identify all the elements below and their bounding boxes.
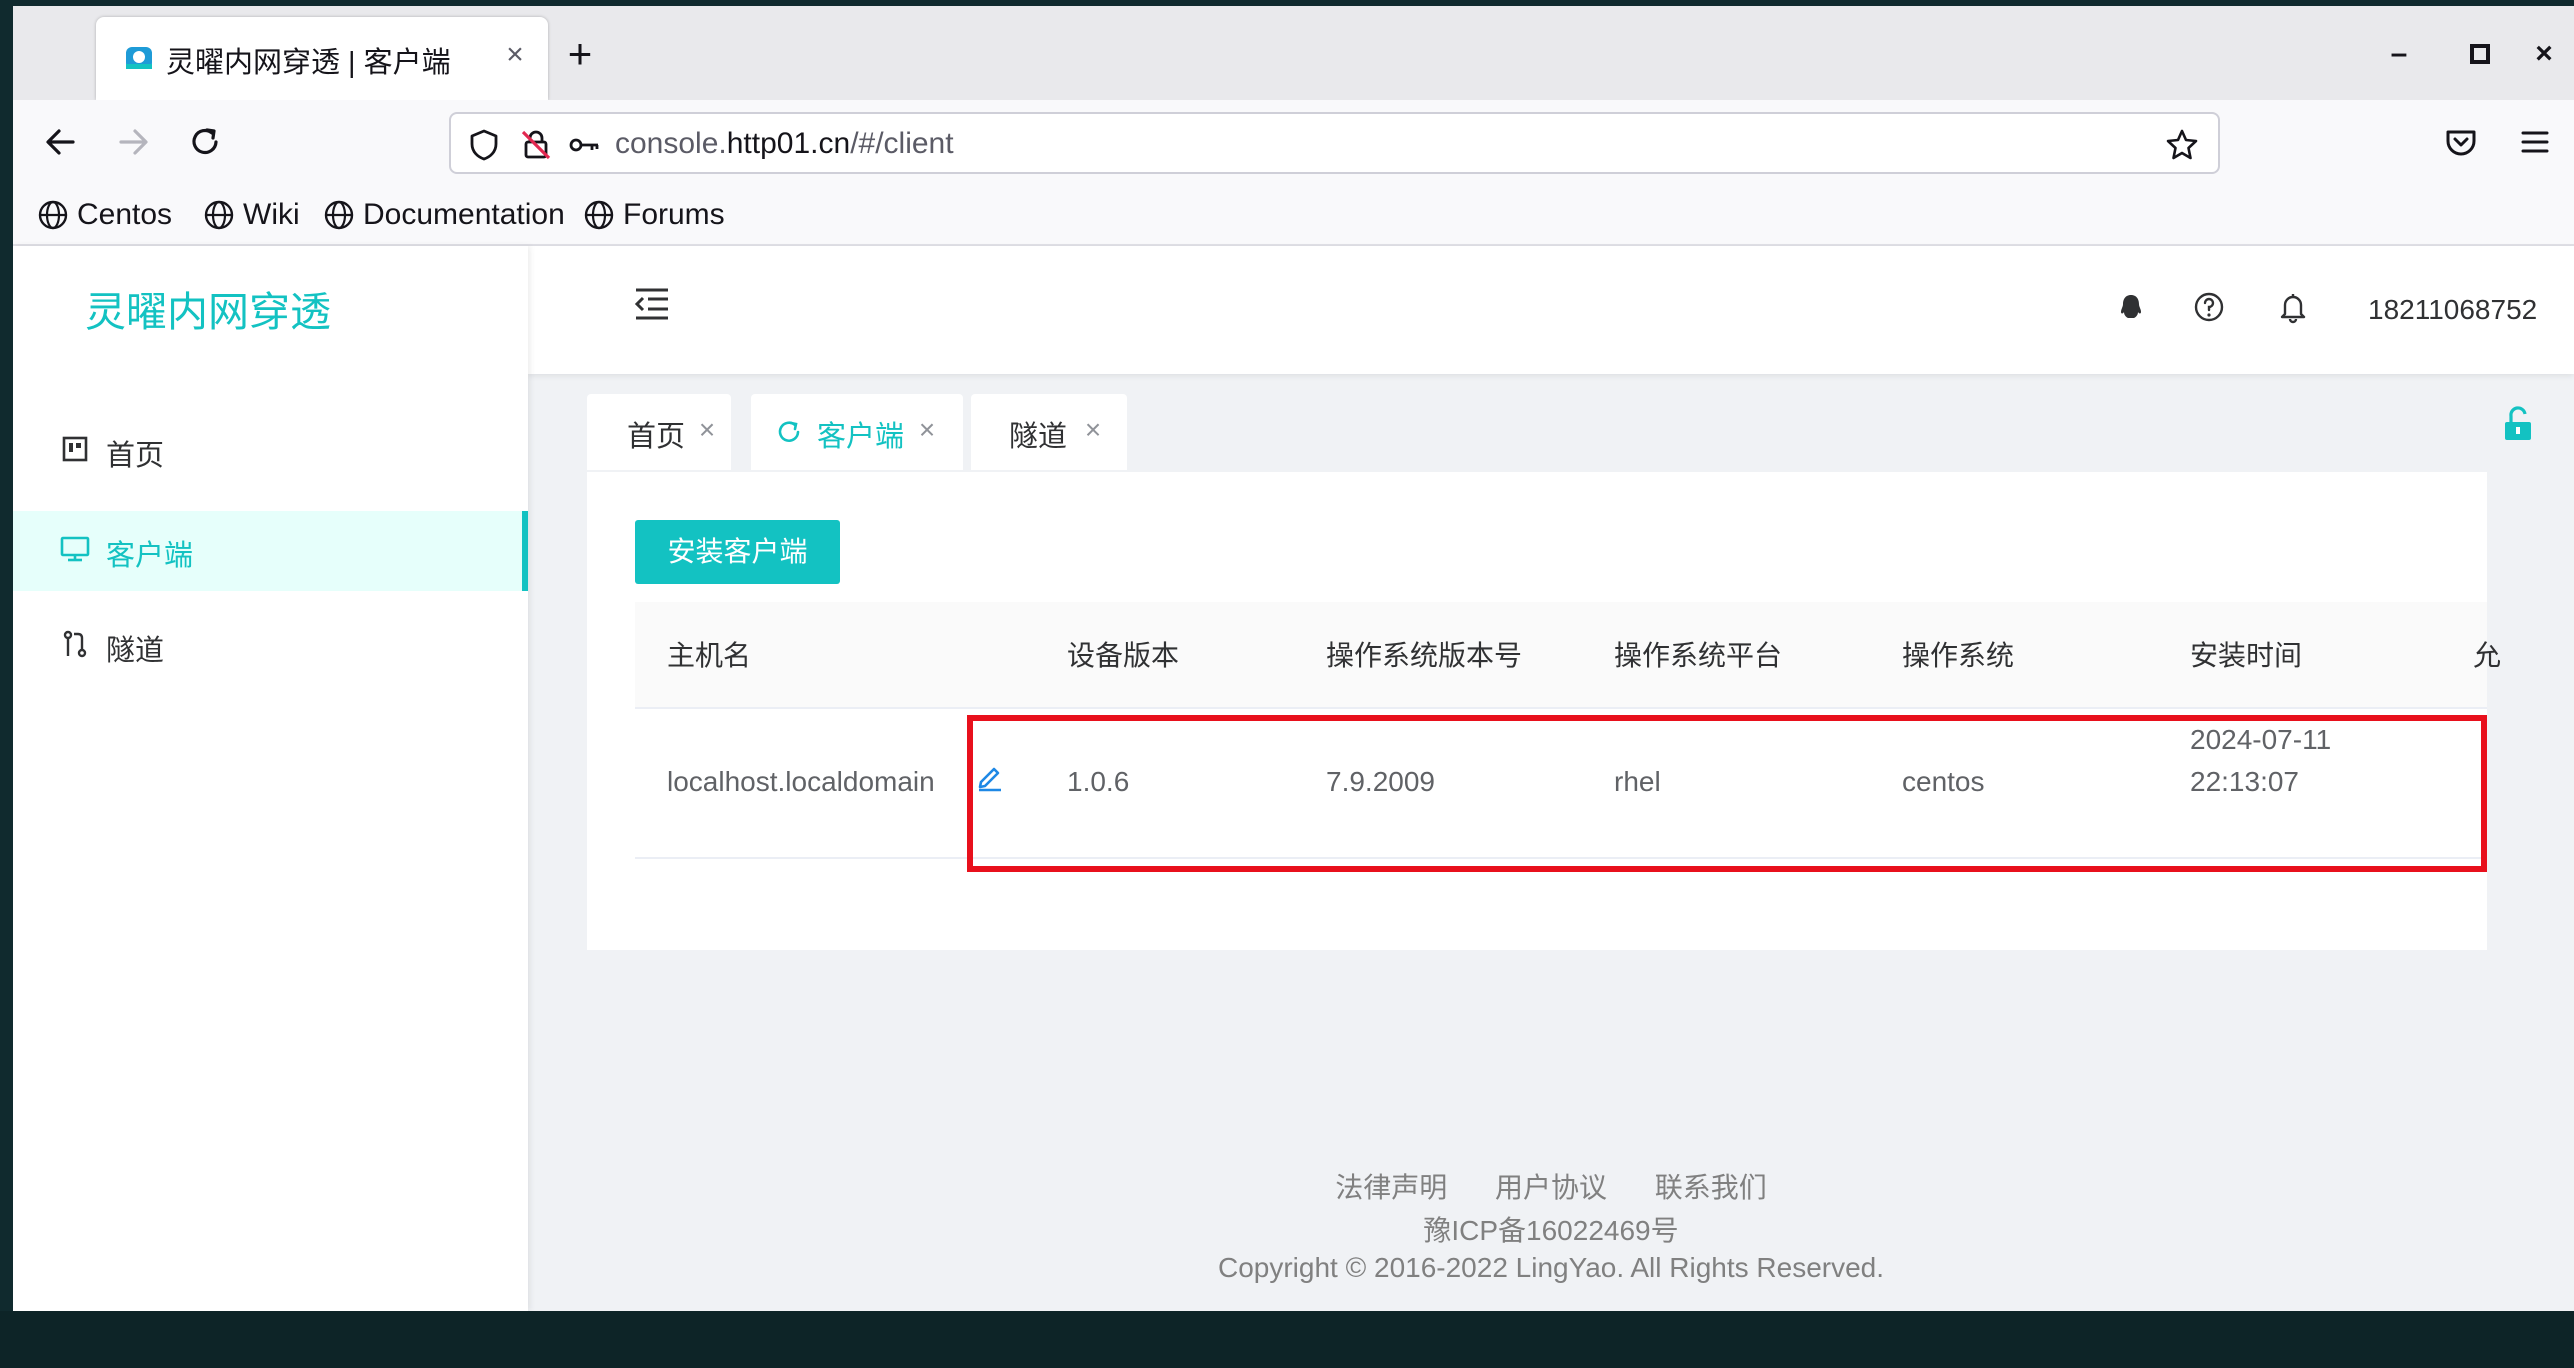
bookmark-label: Documentation (363, 198, 565, 231)
tunnel-icon (63, 630, 87, 658)
menu-icon[interactable] (2513, 120, 2557, 164)
unlock-icon[interactable] (2501, 406, 2535, 442)
url-bar[interactable]: console.http01.cn/#/client (449, 112, 2220, 174)
collapse-menu-icon[interactable] (630, 282, 674, 326)
bookmark-centos[interactable]: Centos (37, 195, 172, 235)
app-brand[interactable]: 灵曜内网穿透 (85, 278, 331, 338)
cell-os: centos (1902, 766, 1985, 797)
tab-label: 客户端 (817, 421, 905, 453)
sidebar-item-client[interactable]: 客户端 (13, 511, 528, 591)
close-icon[interactable]: × (693, 414, 721, 446)
globe-icon (324, 200, 354, 230)
tab-tunnel[interactable]: 隧道 × (971, 394, 1127, 470)
bookmark-wiki[interactable]: Wiki (203, 195, 300, 235)
sidebar-item-tunnel[interactable]: 隧道 (13, 606, 528, 686)
url-text[interactable]: console.http01.cn/#/client (615, 127, 954, 161)
url-domain: http01.cn (726, 127, 851, 160)
key-icon[interactable] (567, 128, 601, 162)
desktop-taskbar (0, 1311, 2574, 1368)
user-account[interactable]: 18211068752 (2368, 294, 2537, 326)
pocket-icon[interactable] (2439, 120, 2483, 164)
web-content: 灵曜内网穿透 首页 客户端 隧道 18211068752 首页 × 客户端 × … (13, 246, 2574, 1311)
column-header-os-version: 操作系统版本号 (1326, 640, 1523, 671)
footer-links: 法律声明 用户协议 联系我们 (528, 1166, 2574, 1206)
new-tab-button[interactable]: + (560, 33, 600, 75)
close-icon[interactable]: × (1079, 414, 1107, 446)
footer-link-legal[interactable]: 法律声明 (1335, 1172, 1447, 1203)
bookmark-forums[interactable]: Forums (583, 195, 725, 235)
tab-strip: 灵曜内网穿透 | 客户端 × + – × (13, 6, 2574, 100)
close-icon[interactable]: × (913, 414, 941, 446)
bookmark-star-icon[interactable] (2165, 128, 2199, 162)
browser-tab-active[interactable]: 灵曜内网穿透 | 客户端 × (96, 17, 548, 100)
bookmark-documentation[interactable]: Documentation (323, 195, 565, 235)
dashboard-icon (62, 436, 88, 462)
footer-link-terms[interactable]: 用户协议 (1495, 1172, 1607, 1203)
column-header-os: 操作系统 (1902, 640, 2015, 671)
maximize-button[interactable] (2460, 34, 2500, 74)
monitor-icon (60, 536, 90, 562)
url-prefix: console. (615, 127, 727, 160)
url-path: /#/client (850, 127, 954, 160)
cell-device-version: 1.0.6 (1067, 766, 1130, 797)
cell-hostname: localhost.localdomain (667, 766, 935, 797)
sidebar-item-label: 客户端 (106, 540, 194, 572)
tab-label: 首页 (627, 421, 686, 453)
shield-icon[interactable] (467, 128, 501, 162)
footer-link-contact[interactable]: 联系我们 (1655, 1172, 1767, 1203)
table-header: 主机名 设备版本 操作系统版本号 操作系统平台 操作系统 安装时间 允 (635, 602, 2501, 709)
navigation-bar: console.http01.cn/#/client (13, 100, 2574, 186)
column-header-hostname: 主机名 (667, 640, 752, 671)
bookmark-label: Centos (77, 198, 173, 231)
column-header-os-platform: 操作系统平台 (1614, 640, 1783, 671)
notification-bell-icon[interactable] (2276, 290, 2310, 324)
footer-copyright: Copyright © 2016-2022 LingYao. All Right… (1217, 1252, 1885, 1283)
help-icon[interactable] (2192, 290, 2226, 324)
window-close-button[interactable]: × (2524, 34, 2564, 74)
edit-icon[interactable] (975, 762, 1005, 792)
tab-label: 隧道 (1009, 421, 1068, 453)
globe-icon (204, 200, 234, 230)
qq-icon[interactable] (2114, 290, 2148, 324)
top-header: 18211068752 (528, 246, 2574, 374)
install-client-button[interactable]: 安装客户端 (635, 520, 840, 584)
globe-icon (584, 200, 614, 230)
bookmark-label: Forums (623, 198, 725, 231)
app-favicon-icon (126, 47, 152, 69)
bookmarks-bar: Centos Wiki Documentation Forums (13, 186, 2574, 246)
reload-icon[interactable] (183, 120, 227, 164)
browser-window: 灵曜内网穿透 | 客户端 × + – × console.http01.cn/#… (13, 6, 2574, 1311)
back-icon[interactable] (39, 120, 83, 164)
cell-install-time: 22:13:07 (2190, 766, 2299, 797)
sidebar-item-label: 首页 (106, 440, 165, 472)
column-header-truncated: 允 (2473, 640, 2502, 671)
sidebar-item-home[interactable]: 首页 (13, 411, 528, 491)
insecure-lock-icon[interactable] (519, 128, 553, 162)
forward-icon[interactable] (111, 120, 155, 164)
cell-os-version: 7.9.2009 (1326, 766, 1435, 797)
close-tab-icon[interactable]: × (499, 39, 531, 71)
column-header-device-version: 设备版本 (1067, 640, 1180, 671)
tab-home[interactable]: 首页 × (587, 394, 731, 470)
bookmark-label: Wiki (243, 198, 300, 231)
refresh-icon (778, 421, 800, 442)
globe-icon (38, 200, 68, 230)
maximize-icon (2470, 44, 2490, 64)
sidebar-item-label: 隧道 (106, 635, 165, 667)
cell-os-platform: rhel (1614, 766, 1661, 797)
cell-install-date: 2024-07-11 (2190, 724, 2332, 755)
minimize-button[interactable]: – (2379, 34, 2419, 74)
column-header-install-time: 安装时间 (2190, 640, 2303, 671)
tab-client[interactable]: 客户端 × (751, 394, 963, 470)
client-card: 安装客户端 主机名 设备版本 操作系统版本号 操作系统平台 操作系统 安装时间 … (587, 472, 2501, 950)
table-row[interactable]: localhost.localdomain 1.0.6 7.9.2009 rhe… (635, 709, 2487, 859)
sidebar: 灵曜内网穿透 首页 客户端 隧道 (13, 246, 528, 1311)
desktop: 灵曜内网穿透 | 客户端 × + – × console.http01.cn/#… (0, 0, 2574, 1368)
browser-tab-title: 灵曜内网穿透 | 客户端 (166, 47, 451, 79)
footer-icp[interactable]: 豫ICP备16022469号 (528, 1209, 2574, 1249)
